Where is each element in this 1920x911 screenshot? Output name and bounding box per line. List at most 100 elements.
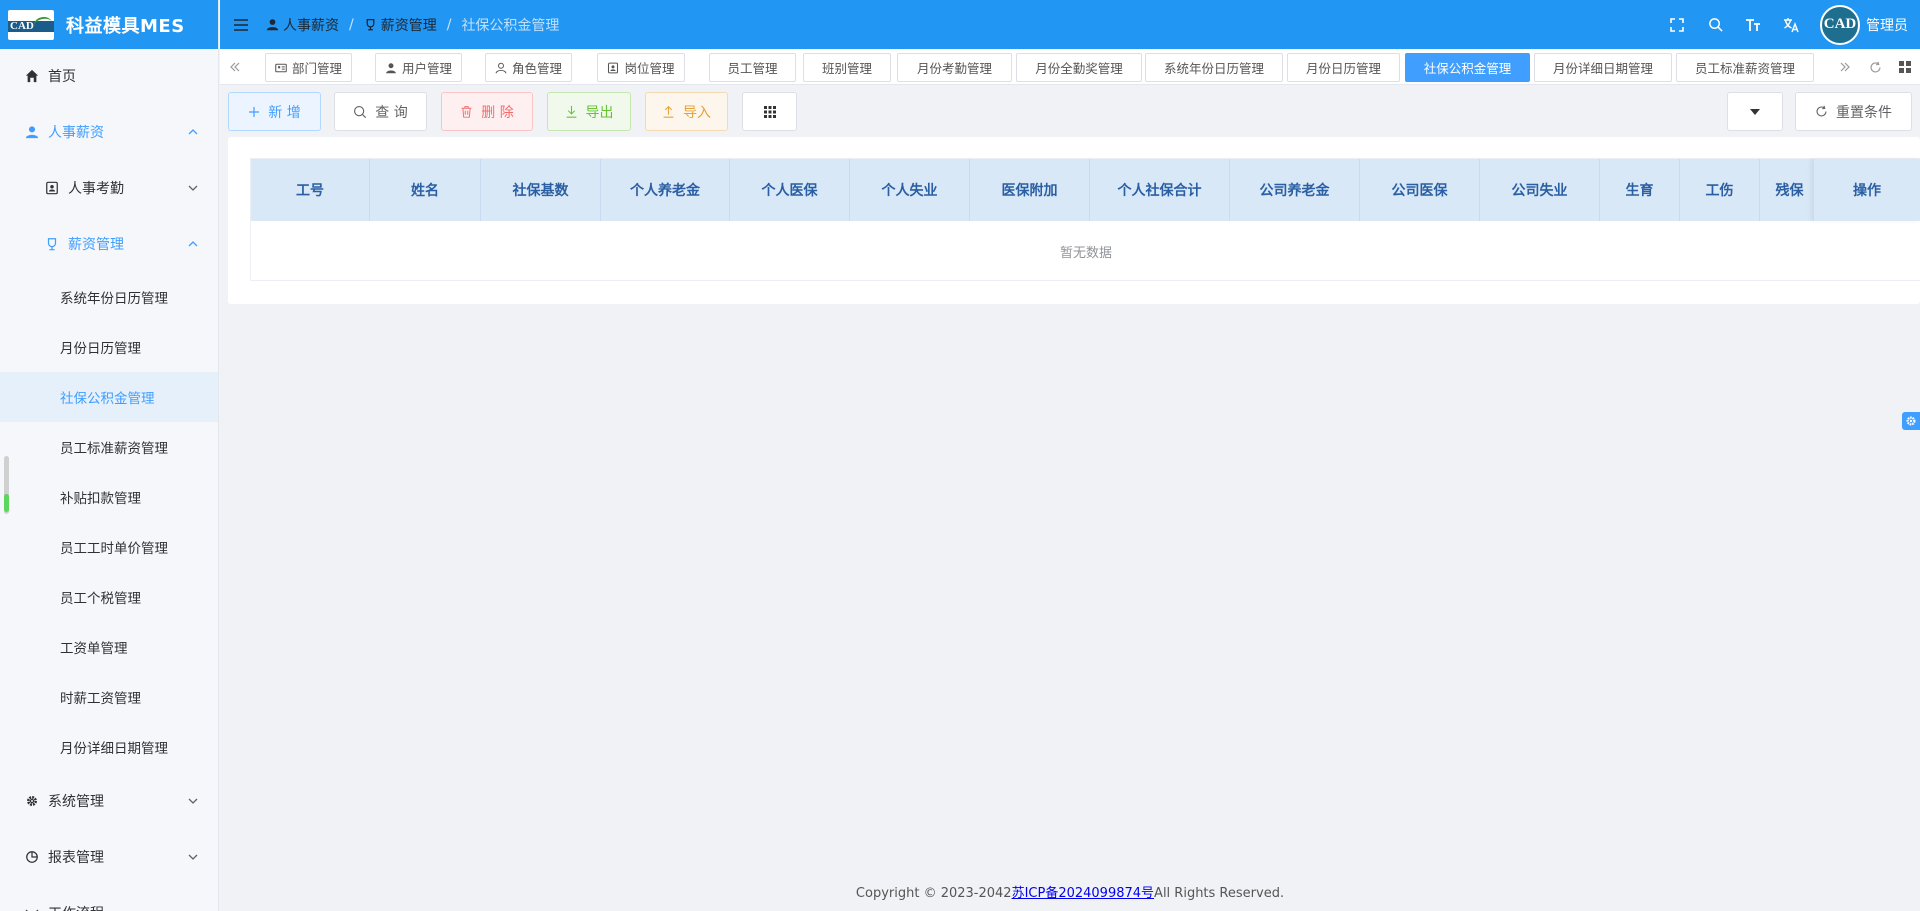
- tab-month-attendance[interactable]: 月份考勤管理: [897, 53, 1012, 82]
- plus-icon: [249, 106, 260, 117]
- avatar[interactable]: CAD: [1820, 4, 1860, 45]
- search-icon[interactable]: [1706, 16, 1724, 34]
- column-header-disability[interactable]: 残保: [1760, 159, 1820, 221]
- tab-label: 月份日历管理: [1305, 61, 1381, 76]
- tab-post[interactable]: 岗位管理: [597, 53, 685, 82]
- hamburger-icon[interactable]: [232, 16, 250, 34]
- sidebar-item-allowance-deduction[interactable]: 补贴扣款管理: [0, 472, 218, 522]
- sidebar-item-system[interactable]: 系统管理: [0, 776, 218, 826]
- column-header-maternity[interactable]: 生育: [1600, 159, 1680, 221]
- download-icon: [566, 105, 576, 118]
- sidebar-item-payslip[interactable]: 工资单管理: [0, 622, 218, 672]
- sidebar-scrollbar[interactable]: [4, 456, 9, 514]
- tab-year-calendar[interactable]: 系统年份日历管理: [1145, 53, 1283, 82]
- translate-icon[interactable]: [1782, 16, 1800, 34]
- sidebar-item-label: 月份日历管理: [60, 341, 141, 357]
- tab-month-calendar[interactable]: 月份日历管理: [1287, 53, 1400, 82]
- username[interactable]: 管理员: [1866, 15, 1908, 35]
- chevron-up-icon: [188, 241, 198, 247]
- export-button-label: 导出: [585, 104, 614, 121]
- sidebar-item-label: 系统年份日历管理: [60, 291, 168, 307]
- tabs-menu-icon[interactable]: [1890, 49, 1920, 85]
- font-size-icon[interactable]: [1744, 16, 1762, 34]
- column-header-base[interactable]: 社保基数: [481, 159, 601, 221]
- tab-shift[interactable]: 班别管理: [803, 53, 891, 82]
- column-header-company-unemployment[interactable]: 公司失业: [1480, 159, 1600, 221]
- tab-employee[interactable]: 员工管理: [709, 53, 796, 82]
- column-header-employee-id[interactable]: 工号: [251, 159, 370, 221]
- id-card-icon: [44, 180, 60, 196]
- delete-button[interactable]: 删 除: [441, 92, 533, 131]
- import-button[interactable]: 导入: [645, 92, 728, 131]
- reset-button-label: 重置条件: [1836, 104, 1892, 121]
- tab-user[interactable]: 用户管理: [375, 53, 462, 82]
- sidebar-item-label: 员工标准薪资管理: [60, 441, 168, 457]
- gear-icon: [24, 793, 40, 809]
- breadcrumb-item[interactable]: 人事薪资: [266, 15, 339, 35]
- trophy-icon: [44, 236, 60, 252]
- tab-full-attendance-bonus[interactable]: 月份全勤奖管理: [1016, 53, 1142, 82]
- header-actions: CAD 管理员: [1668, 0, 1920, 49]
- footer: Copyright © 2023-2042苏ICP备2024099874号All…: [220, 882, 1920, 901]
- sidebar: CAD 科益模具MES 首页 人事薪资 人事考勤 薪资管理 系统年份日历管理 月…: [0, 0, 219, 911]
- refresh-icon[interactable]: [1860, 49, 1890, 85]
- add-button[interactable]: 新 增: [228, 92, 321, 131]
- icp-link[interactable]: 苏ICP备2024099874号: [1012, 886, 1154, 901]
- import-button-label: 导入: [683, 104, 711, 121]
- tabs-scroll-right-icon[interactable]: [1830, 49, 1860, 85]
- sidebar-item-month-detail-date[interactable]: 月份详细日期管理: [0, 722, 218, 772]
- fullscreen-icon[interactable]: [1668, 16, 1686, 34]
- trophy-icon: [366, 18, 375, 31]
- settings-gear-icon[interactable]: [1902, 412, 1920, 430]
- sidebar-item-attendance[interactable]: 人事考勤: [0, 163, 218, 213]
- post-icon: [608, 62, 619, 73]
- column-header-personal-unemployment[interactable]: 个人失业: [850, 159, 970, 221]
- sidebar-item-hr-payroll[interactable]: 人事薪资: [0, 107, 218, 157]
- column-header-company-pension[interactable]: 公司养老金: [1230, 159, 1360, 221]
- column-header-work-injury[interactable]: 工伤: [1680, 159, 1760, 221]
- tab-department[interactable]: 部门管理: [265, 53, 352, 82]
- sidebar-item-label: 员工工时单价管理: [60, 541, 168, 557]
- sidebar-item-year-calendar[interactable]: 系统年份日历管理: [0, 272, 218, 322]
- column-header-medical-additional[interactable]: 医保附加: [970, 159, 1090, 221]
- sidebar-item-income-tax[interactable]: 员工个税管理: [0, 572, 218, 622]
- sidebar-item-reports[interactable]: 报表管理: [0, 832, 218, 882]
- reset-conditions-button[interactable]: 重置条件: [1795, 92, 1912, 131]
- tab-label: 岗位管理: [624, 61, 675, 76]
- sidebar-item-salary[interactable]: 薪资管理: [0, 219, 218, 269]
- column-header-company-medical[interactable]: 公司医保: [1360, 159, 1480, 221]
- sidebar-item-social-insurance[interactable]: 社保公积金管理: [0, 372, 218, 422]
- export-button[interactable]: 导出: [547, 92, 631, 131]
- column-header-actions: 操作: [1813, 159, 1920, 221]
- breadcrumb-label: 薪资管理: [380, 17, 437, 34]
- sidebar-item-label: 时薪工资管理: [60, 691, 141, 707]
- tab-social-insurance[interactable]: 社保公积金管理: [1405, 53, 1530, 82]
- breadcrumb-item[interactable]: 薪资管理: [364, 15, 437, 35]
- social-insurance-table: 工号 姓名 社保基数 个人养老金 个人医保 个人失业 医保附加 个人社保合计 公…: [250, 158, 1920, 281]
- user-icon: [386, 62, 396, 73]
- sidebar-item-hourly-wage[interactable]: 时薪工资管理: [0, 672, 218, 722]
- column-header-personal-pension[interactable]: 个人养老金: [601, 159, 730, 221]
- app-title: 科益模具MES: [66, 15, 185, 37]
- sidebar-item-label: 月份详细日期管理: [60, 741, 168, 757]
- tab-label: 用户管理: [401, 61, 452, 76]
- sidebar-item-workflow[interactable]: 工作流程: [0, 888, 218, 911]
- tab-month-detail-date[interactable]: 月份详细日期管理: [1534, 53, 1672, 82]
- user-outline-icon: [495, 62, 507, 73]
- tab-role[interactable]: 角色管理: [485, 53, 572, 82]
- sidebar-item-hourly-rate[interactable]: 员工工时单价管理: [0, 522, 218, 572]
- column-header-personal-total[interactable]: 个人社保合计: [1090, 159, 1230, 221]
- add-button-label: 新 增: [268, 104, 301, 121]
- column-header-personal-medical[interactable]: 个人医保: [730, 159, 850, 221]
- sidebar-item-month-calendar[interactable]: 月份日历管理: [0, 322, 218, 372]
- sidebar-item-standard-salary[interactable]: 员工标准薪资管理: [0, 422, 218, 472]
- sidebar-item-home[interactable]: 首页: [0, 51, 218, 101]
- tab-standard-salary[interactable]: 员工标准薪资管理: [1676, 53, 1814, 82]
- tab-label: 员工标准薪资管理: [1694, 61, 1795, 76]
- tabs-scroll-left-icon[interactable]: [220, 49, 250, 85]
- grid-icon: [763, 105, 776, 118]
- dropdown-button[interactable]: [1727, 92, 1783, 131]
- column-header-name[interactable]: 姓名: [370, 159, 481, 221]
- column-settings-button[interactable]: [742, 92, 797, 131]
- query-button[interactable]: 查 询: [334, 92, 427, 131]
